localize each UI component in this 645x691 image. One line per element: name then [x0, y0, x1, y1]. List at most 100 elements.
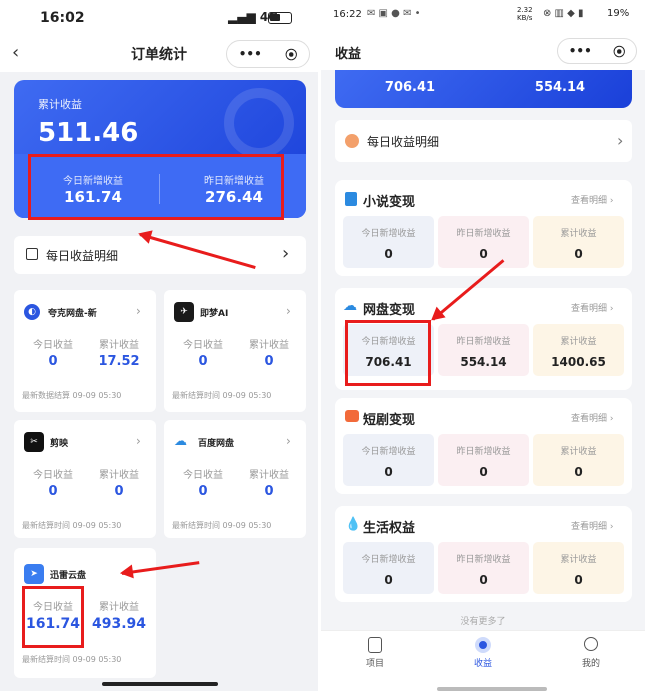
coin-watermark-icon — [224, 88, 294, 158]
total-value: 0 — [114, 484, 124, 499]
stat-value: 1400.65 — [551, 355, 606, 369]
total-value: 0 — [264, 484, 274, 499]
stat-value: 0 — [384, 573, 393, 587]
chevron-right-icon: › — [286, 434, 291, 448]
platform-card[interactable]: ☁ 百度网盘 › 今日收益 0 累计收益 0 最新结算时间 09-09 05:3… — [164, 420, 306, 538]
chevron-right-icon: › — [286, 304, 291, 318]
target-icon[interactable]: ⦿ — [285, 46, 297, 63]
tab-bar: 项目 收益 我的 — [321, 630, 645, 691]
stat-label: 今日新增收益 — [361, 555, 416, 565]
settle-time: 最新数据结算 09-09 05:30 — [22, 391, 122, 400]
stat-label: 昨日新增收益 — [456, 555, 511, 565]
stat-label: 累计收益 — [560, 229, 597, 239]
tab-label: 项目 — [365, 659, 384, 669]
daily-detail-row[interactable]: 每日收益明细 › — [335, 120, 632, 162]
stat-box: 昨日新增收益 554.14 — [438, 324, 529, 376]
platform-name: 剪映 — [50, 439, 69, 449]
settle-time: 最新结算时间 09-09 05:30 — [172, 391, 272, 400]
tab-label: 收益 — [473, 659, 492, 669]
mini-program-capsule: ••• ⦿ — [226, 40, 310, 68]
chevron-right-icon: › — [136, 304, 141, 318]
platform-name: 迅雷云盘 — [50, 571, 87, 581]
stat-label: 昨日新增收益 — [456, 229, 511, 239]
highlight-box — [345, 320, 431, 386]
earnings-icon — [475, 637, 491, 653]
stat-value: 554.14 — [460, 355, 507, 369]
today-label: 今日收益 — [183, 340, 223, 351]
today-value: 0 — [198, 484, 208, 499]
total-label: 累计收益 — [99, 470, 139, 481]
tab-mine[interactable]: 我的 — [537, 637, 645, 669]
summary-card-partial: 706.41 554.14 — [335, 70, 632, 108]
notification-icons: ✉ ▣ ● ✉ • — [367, 8, 421, 19]
battery-level: 19% — [607, 8, 630, 19]
stat-value: 0 — [384, 247, 393, 261]
stat-value: 0 — [384, 465, 393, 479]
settle-time: 最新结算时间 09-09 05:30 — [172, 521, 272, 530]
today-value: 0 — [48, 354, 58, 369]
target-icon[interactable]: ⦿ — [613, 43, 625, 60]
end-of-list: 没有更多了 — [460, 617, 506, 627]
section-title: 短剧变现 — [363, 413, 416, 428]
capcut-icon: ✂ — [24, 432, 44, 452]
more-icon[interactable]: ••• — [569, 44, 592, 58]
chevron-right-icon: › — [617, 131, 624, 150]
view-details-link[interactable]: 查看明细 › — [571, 519, 613, 532]
platform-card[interactable]: ✈ 即梦AI › 今日收益 0 累计收益 0 最新结算时间 09-09 05:3… — [164, 290, 306, 412]
tab-project[interactable]: 项目 — [321, 637, 429, 669]
platform-name: 百度网盘 — [198, 439, 235, 449]
total-value: 0 — [264, 354, 274, 369]
tab-earnings[interactable]: 收益 — [429, 637, 537, 669]
total-label: 累计收益 — [99, 340, 139, 351]
chevron-right-icon: › — [282, 243, 290, 264]
baidu-pan-icon: ☁ — [174, 434, 187, 449]
total-earnings-label: 累计收益 — [38, 98, 82, 111]
view-details-link[interactable]: 查看明细 › — [571, 301, 613, 314]
stat-label: 昨日新增收益 — [456, 447, 511, 457]
stat-value: 0 — [574, 573, 583, 587]
stat-box: 今日新增收益 0 — [343, 216, 434, 268]
stat-value: 0 — [574, 465, 583, 479]
today-label: 今日收益 — [183, 470, 223, 481]
book-icon — [345, 192, 357, 206]
stat-label: 累计收益 — [560, 555, 597, 565]
stat-box: 累计收益 1400.65 — [533, 324, 624, 376]
stat-box: 累计收益 0 — [533, 542, 624, 594]
stat-label: 累计收益 — [560, 447, 597, 457]
status-bar: 16:22 ✉ ▣ ● ✉ • 2.32 KB/s ⊗ ▥ ◆ ▮ 19% — [321, 0, 645, 30]
section-shortdrama: 短剧变现 查看明细 › 今日新增收益 0 昨日新增收益 0 累计收益 0 — [335, 398, 632, 494]
cloud-icon: ☁ — [343, 298, 357, 314]
today-earnings-value: 706.41 — [384, 80, 436, 95]
home-indicator — [437, 687, 547, 691]
section-title: 生活权益 — [363, 521, 416, 536]
page-title: 收益 — [335, 47, 362, 62]
mini-program-capsule: ••• ⦿ — [557, 38, 637, 64]
quark-icon: ◐ — [24, 304, 40, 320]
signal-indicators: ⊗ ▥ ◆ ▮ — [543, 8, 584, 19]
stat-value: 0 — [574, 247, 583, 261]
calendar-icon — [26, 248, 38, 260]
stat-value: 0 — [479, 247, 488, 261]
total-value: 17.52 — [98, 354, 140, 369]
stat-label: 今日新增收益 — [361, 229, 416, 239]
yesterday-earnings-value: 554.14 — [534, 80, 586, 95]
coin-icon — [345, 134, 359, 148]
stat-label: 累计收益 — [560, 337, 597, 347]
tab-label: 我的 — [581, 659, 600, 669]
section-lifestyle: 💧 生活权益 查看明细 › 今日新增收益 0 昨日新增收益 0 累计收益 0 — [335, 506, 632, 602]
platform-card[interactable]: ◐ 夸克网盘-新 › 今日收益 0 累计收益 17.52 最新数据结算 09-0… — [14, 290, 156, 412]
today-value: 0 — [48, 484, 58, 499]
stat-box: 累计收益 0 — [533, 434, 624, 486]
project-icon — [368, 637, 382, 653]
daily-detail-label: 每日收益明细 — [367, 135, 440, 149]
battery-icon — [268, 12, 292, 24]
today-label: 今日收益 — [33, 470, 73, 481]
stat-box: 今日新增收益 0 — [343, 434, 434, 486]
more-icon[interactable]: ••• — [239, 47, 262, 61]
platform-card[interactable]: ✂ 剪映 › 今日收益 0 累计收益 0 最新结算时间 09-09 05:30 — [14, 420, 156, 538]
total-earnings-value: 511.46 — [38, 118, 139, 148]
view-details-link[interactable]: 查看明细 › — [571, 193, 613, 206]
view-details-link[interactable]: 查看明细 › — [571, 411, 613, 424]
home-indicator — [102, 682, 218, 686]
section-title: 小说变现 — [363, 195, 416, 210]
